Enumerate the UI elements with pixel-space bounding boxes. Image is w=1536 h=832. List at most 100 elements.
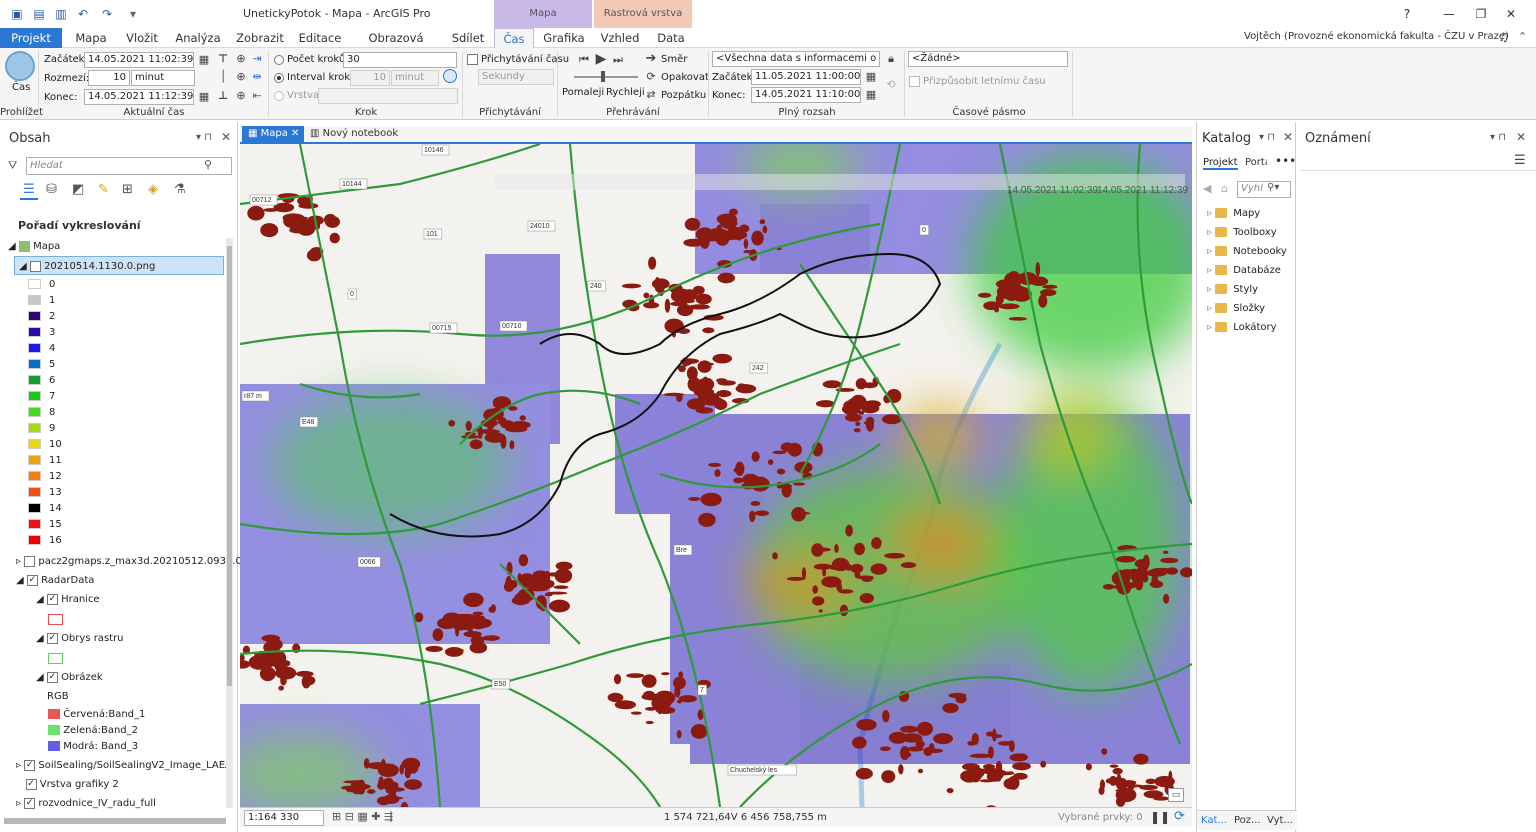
search-icon[interactable]: ⚲ <box>204 158 212 171</box>
legend-class-row[interactable]: 0 <box>28 277 55 293</box>
legend-class-row[interactable]: 16 <box>28 533 62 549</box>
sekundy-select[interactable]: Sekundy <box>478 69 554 85</box>
span-lock-icon[interactable]: │ <box>216 70 230 84</box>
labeling-icon[interactable]: ◈ <box>148 182 158 197</box>
close-icon[interactable]: ✕ <box>221 130 231 144</box>
undo-icon[interactable]: ↶ <box>74 5 92 23</box>
overview-icon[interactable]: ▭ <box>1168 788 1184 802</box>
user-account[interactable]: Vojtěch (Provozné ekonomická fakulta - Č… <box>1244 31 1509 42</box>
speed-slider-thumb[interactable] <box>601 71 605 82</box>
legend-class-row[interactable]: 4 <box>28 341 55 357</box>
back-icon[interactable]: ◀ <box>1203 182 1211 195</box>
tree-soilsealing[interactable]: ▹ ✓ SoilSealing/SoilSealingV2_Image_LAEA <box>16 756 232 775</box>
legend-class-row[interactable]: 12 <box>28 469 62 485</box>
tab-obrazova-data[interactable]: Obrazová data <box>354 28 438 65</box>
filter-icon[interactable]: ⛛ <box>8 159 17 173</box>
tab-catalog-projekt[interactable]: Projekt <box>1203 157 1238 170</box>
extent-select[interactable]: <Všechna data s informacemi o čase> <box>712 51 880 67</box>
extent-konec-input[interactable]: 14.05.2021 11:10:00 <box>751 87 861 103</box>
lock-icon[interactable]: 🔒︎ <box>884 52 898 66</box>
prichytavani-checkbox[interactable] <box>467 54 478 65</box>
tab-mapa[interactable]: Mapa <box>66 28 116 48</box>
close-icon[interactable]: ✕ <box>1283 130 1293 144</box>
span-marker-icon[interactable]: ⇹ <box>250 70 264 84</box>
interval-kroku-radio[interactable] <box>274 73 284 83</box>
vrstva-select[interactable] <box>318 88 458 104</box>
legend-class-row[interactable]: 10 <box>28 437 62 453</box>
interval-unit-select[interactable]: minut <box>391 70 439 86</box>
legend-class-row[interactable]: 9 <box>28 421 55 437</box>
close-button[interactable]: ✕ <box>1496 4 1526 24</box>
search-icon[interactable]: ⚲▾ <box>1267 182 1279 193</box>
catalog-item[interactable]: ▹ Toolboxy <box>1207 223 1295 242</box>
tab-analyza[interactable]: Analýza <box>170 28 226 48</box>
tab-catalog-portal[interactable]: Portá <box>1245 157 1267 168</box>
clock-icon[interactable] <box>5 51 35 81</box>
lock-icon[interactable]: ⊕ <box>234 70 248 84</box>
tab-cas[interactable]: Čas <box>494 28 534 48</box>
zacatek-input[interactable]: 14.05.2021 11:02:39 <box>84 52 194 68</box>
dst-checkbox[interactable] <box>909 76 920 87</box>
snapping-icon[interactable]: ⊞ <box>122 182 133 197</box>
refresh-extent-icon[interactable]: ⟲ <box>884 78 898 92</box>
auto-interval-icon[interactable] <box>443 69 457 83</box>
coordinates-readout[interactable]: 1 574 721,64V 6 456 758,755 m <box>664 812 827 823</box>
pane-menu-icon[interactable]: ▾ ⊓ <box>1490 132 1506 143</box>
data-source-icon[interactable]: ⛁ <box>46 182 57 197</box>
smer-button[interactable]: Směr <box>661 54 687 65</box>
tab-zobrazit[interactable]: Zobrazit <box>232 28 288 48</box>
start-marker-icon[interactable]: ⇥ <box>250 52 264 66</box>
legend-class-row[interactable]: 15 <box>28 517 62 533</box>
save-icon[interactable]: ▥ <box>52 5 70 23</box>
tab-bottom-pozice[interactable]: Poz... <box>1234 815 1261 826</box>
tree-obrys[interactable]: ◢ ✓ Obrys rastru <box>36 629 124 648</box>
selection-icon[interactable]: ◩ <box>72 182 84 197</box>
calendar-icon[interactable]: ▦ <box>197 53 211 67</box>
new-project-icon[interactable]: ▣ <box>8 5 26 23</box>
opakovat-button[interactable]: Opakovat <box>661 72 709 83</box>
step-back-icon[interactable]: ⏮ <box>577 53 591 67</box>
scale-select[interactable]: 1:164 330 <box>244 810 324 826</box>
close-icon[interactable]: ✕ <box>1516 130 1526 144</box>
view-tools-icons[interactable]: ⊞ ⊟ ▦ ✚ ⇶ <box>332 810 393 823</box>
vrstva-radio[interactable] <box>274 91 284 101</box>
tab-view-map[interactable]: ▦ Mapa ✕ <box>242 126 304 142</box>
tab-editace[interactable]: Editace <box>294 28 346 48</box>
legend-class-row[interactable]: 5 <box>28 357 55 373</box>
tree-map[interactable]: ◢ Mapa <box>8 237 60 256</box>
bell-icon[interactable]: ♫ <box>1498 30 1509 44</box>
tab-bottom-vytvorit[interactable]: Vyt... <box>1267 815 1293 826</box>
legend-class-row[interactable]: 2 <box>28 309 55 325</box>
legend-class-row[interactable]: 13 <box>28 485 62 501</box>
home-icon[interactable]: ⌂ <box>1221 182 1228 195</box>
tab-grafika[interactable]: Grafika <box>536 28 592 48</box>
legend-class-row[interactable]: 14 <box>28 501 62 517</box>
open-icon[interactable]: ▤ <box>30 5 48 23</box>
tab-vzhled[interactable]: Vzhled <box>596 28 644 48</box>
step-forward-icon[interactable]: ⏭ <box>611 53 625 67</box>
editing-icon[interactable]: ✎ <box>98 182 109 197</box>
legend-class-row[interactable]: 3 <box>28 325 55 341</box>
legend-class-row[interactable]: 1 <box>28 293 55 309</box>
pocet-kroku-radio[interactable] <box>274 55 284 65</box>
konec-input[interactable]: 14.05.2021 11:12:39 <box>84 89 194 105</box>
help-button[interactable]: ? <box>1392 4 1422 24</box>
tree-radar[interactable]: ◢ ✓ RadarData <box>16 571 94 590</box>
tree-hranice[interactable]: ◢ ✓ Hranice <box>36 590 100 609</box>
catalog-item[interactable]: ▹ Složky <box>1207 299 1295 318</box>
collapse-ribbon-icon[interactable]: ⌃ <box>1518 30 1527 43</box>
end-marker-icon[interactable]: ⇤ <box>250 89 264 103</box>
tab-view-notebook[interactable]: ▥ Nový notebook <box>310 126 398 142</box>
direction-icon[interactable]: ➔ <box>644 52 658 66</box>
map-view[interactable]: 14.05.2021 11:02:39 14.05.2021 11:12:39 … <box>240 144 1192 807</box>
interval-kroku-input[interactable]: 10 <box>350 70 390 86</box>
minimize-button[interactable]: — <box>1434 4 1464 24</box>
pane-menu-icon[interactable]: ▾ ⊓ <box>1259 132 1275 143</box>
legend-class-row[interactable]: 11 <box>28 453 62 469</box>
extent-zacatek-input[interactable]: 11.05.2021 11:00:00 <box>751 69 861 85</box>
tree-obrazek[interactable]: ◢ ✓ Obrázek <box>36 668 103 687</box>
speed-slider[interactable] <box>574 76 638 78</box>
rozmezi-input[interactable]: 10 <box>88 70 130 86</box>
catalog-item[interactable]: ▹ Mapy <box>1207 204 1295 223</box>
refresh-icon[interactable]: ⟳ <box>1174 809 1185 824</box>
